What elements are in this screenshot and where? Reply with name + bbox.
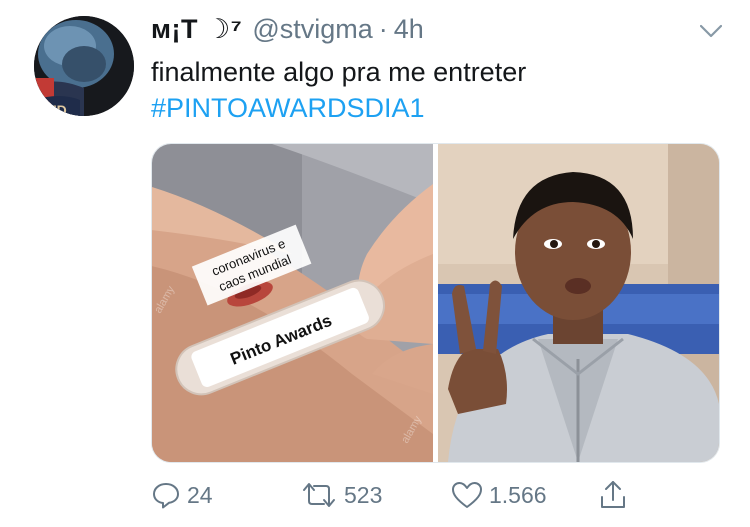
like-button[interactable]: 1.566 [451, 478, 547, 512]
timestamp[interactable]: 4h [394, 14, 424, 45]
retweet-count: 523 [344, 481, 383, 508]
media-image-left[interactable]: coronavirus e caos mundial Pinto Awards … [152, 144, 433, 462]
share-button[interactable] [598, 478, 634, 512]
user-handle[interactable]: @stvigma [252, 14, 372, 45]
share-icon [601, 481, 625, 508]
reply-icon [153, 483, 179, 509]
tweet[interactable]: VED ᴍ¡T ☽⁷ @stvigma · 4h finalmente algo… [0, 0, 750, 527]
chevron-down-icon[interactable] [699, 24, 723, 38]
avatar-jacket-text: VED [38, 102, 67, 116]
separator-dot: · [378, 14, 388, 44]
tweet-header: ᴍ¡T ☽⁷ @stvigma · 4h [151, 14, 424, 50]
reply-count: 24 [187, 481, 213, 508]
like-icon [452, 482, 482, 508]
reply-button[interactable]: 24 [151, 478, 213, 512]
like-count: 1.566 [489, 481, 547, 508]
action-bar: 24 523 1.566 [151, 478, 651, 512]
tweet-media[interactable]: coronavirus e caos mundial Pinto Awards … [151, 143, 720, 463]
hashtag-link[interactable]: #PINTOAWARDSDIA1 [151, 90, 425, 126]
retweet-button[interactable]: 523 [300, 478, 382, 512]
display-name[interactable]: ᴍ¡T ☽⁷ [151, 14, 242, 45]
retweet-icon [303, 483, 335, 507]
media-image-right[interactable] [438, 144, 719, 462]
tweet-text: finalmente algo pra me entreter [151, 57, 527, 87]
avatar[interactable]: VED [34, 16, 134, 116]
